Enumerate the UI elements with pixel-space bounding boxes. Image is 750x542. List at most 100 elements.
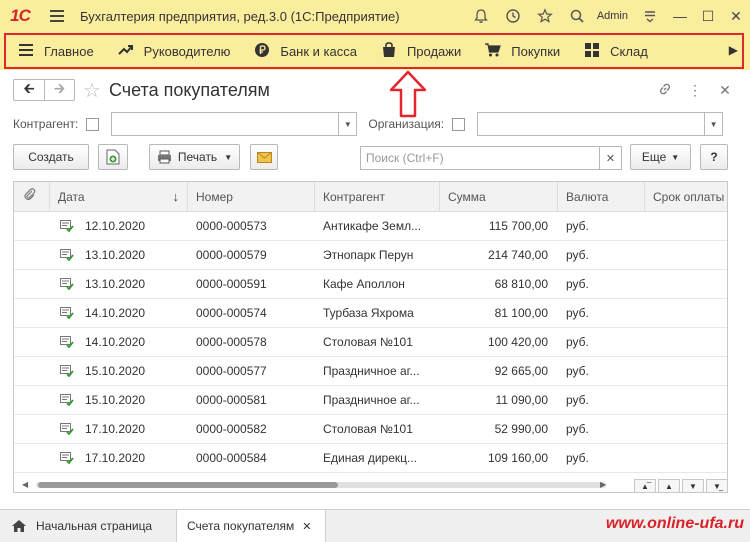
chevron-down-icon: ▼ (671, 152, 680, 162)
close-window-button[interactable]: ✕ (722, 0, 750, 32)
scroll-left-icon[interactable]: ◀ (22, 480, 28, 489)
scroll-to-bottom-button[interactable]: ▼̲ (706, 479, 727, 492)
search-input[interactable] (361, 147, 599, 169)
trend-icon (117, 43, 134, 59)
counterparty-select[interactable]: ▼ (111, 112, 358, 136)
cell-sum: 68 810,00 (494, 277, 548, 291)
help-button[interactable]: ? (700, 144, 728, 170)
column-header-date[interactable]: Дата ↓ (50, 182, 188, 212)
section-manager[interactable]: Руководителю (106, 35, 243, 67)
posted-document-icon (60, 278, 74, 290)
cell-currency: руб. (566, 306, 589, 320)
section-label: Склад (610, 43, 648, 59)
table-row[interactable]: 15.10.2020 0000-000581 Праздничное аг... 11… (14, 386, 727, 415)
section-purchases[interactable]: Покупки (473, 35, 572, 67)
cell-date: 17.10.2020 (85, 451, 146, 465)
scroll-to-top-button[interactable]: ▲̅ (634, 479, 656, 492)
main-menu-button[interactable] (50, 0, 68, 32)
posted-document-icon (60, 307, 74, 319)
page-title: Счета покупателям (108, 79, 270, 100)
user-name[interactable]: Admin (597, 10, 628, 22)
more-button[interactable]: Еще ▼ (630, 144, 691, 170)
scroll-right-icon[interactable]: ▶ (729, 43, 738, 57)
sections-highlight-frame: Главное Руководителю Банк и касса Продаж… (4, 33, 744, 69)
table-row[interactable]: 17.10.2020 0000-000584 Единая дирекц... 109… (14, 444, 727, 473)
scroll-right-icon[interactable]: ▶ (600, 480, 606, 489)
cell-currency: руб. (566, 248, 589, 262)
organization-select[interactable]: ▼ (477, 112, 724, 136)
app-logo: 1С (10, 6, 31, 25)
cell-number: 0000-000577 (196, 364, 267, 378)
table-row[interactable]: 14.10.2020 0000-000578 Столовая №101 100 42… (14, 328, 727, 357)
table-row[interactable]: 12.10.2020 0000-000573 Антикафе Земл... 115… (14, 212, 727, 241)
open-windows-bar: Начальная страница Счета покупателям ✕ w… (0, 509, 750, 542)
cell-date: 13.10.2020 (85, 277, 146, 291)
chevron-down-icon[interactable]: ▼ (704, 113, 722, 135)
column-header-sum[interactable]: Сумма (440, 182, 558, 212)
minimize-button[interactable]: — (666, 0, 694, 32)
close-tab-icon[interactable]: ✕ (302, 520, 311, 533)
email-button[interactable] (250, 144, 278, 170)
chevron-down-icon[interactable]: ▼ (338, 113, 356, 135)
create-button[interactable]: Создать (13, 144, 89, 170)
table-row[interactable]: 13.10.2020 0000-000591 Кафе Аполлон 68 810,… (14, 270, 727, 299)
cell-number: 0000-000584 (196, 451, 267, 465)
counterparty-checkbox[interactable] (86, 117, 100, 131)
organization-checkbox[interactable] (452, 117, 466, 131)
maximize-button[interactable]: ☐ (694, 0, 722, 32)
close-form-icon[interactable]: ✕ (710, 82, 740, 99)
bag-icon (381, 41, 397, 61)
tab-home[interactable]: Начальная страница (0, 510, 172, 542)
attachment-column-header[interactable] (14, 182, 50, 212)
counterparty-label: Контрагент: (13, 117, 79, 131)
column-header-currency[interactable]: Валюта (558, 182, 645, 212)
document-plus-icon (106, 149, 120, 165)
table-row[interactable]: 17.10.2020 0000-000582 Столовая №101 52 990… (14, 415, 727, 444)
bell-icon[interactable] (465, 0, 497, 32)
clear-search-icon[interactable]: ✕ (599, 147, 621, 169)
section-sales[interactable]: Продажи (369, 35, 473, 67)
tab-invoices[interactable]: Счета покупателям ✕ (176, 510, 326, 542)
column-header-counterparty[interactable]: Контрагент (315, 182, 440, 212)
print-button[interactable]: Печать ▼ (149, 144, 240, 170)
cell-currency: руб. (566, 422, 589, 436)
more-vert-icon[interactable]: ⋮ (680, 82, 710, 99)
scroll-up-button[interactable]: ▲ (658, 479, 680, 492)
table-row[interactable]: 14.10.2020 0000-000574 Турбаза Яхрома 81 10… (14, 299, 727, 328)
section-main[interactable]: Главное (6, 35, 106, 67)
column-header-due-date[interactable]: Срок оплаты (645, 182, 727, 212)
section-warehouse[interactable]: Склад (572, 35, 660, 67)
back-button[interactable]: 🡰 (14, 80, 44, 100)
paperclip-icon (24, 188, 36, 201)
history-icon[interactable] (497, 0, 529, 32)
cart-icon (485, 42, 502, 60)
forward-button[interactable]: 🡲 (44, 80, 74, 100)
grid-icon (584, 42, 600, 60)
cell-counterparty: Столовая №101 (323, 422, 413, 436)
posted-document-icon (60, 394, 74, 406)
scroll-down-button[interactable]: ▼ (682, 479, 704, 492)
cell-counterparty: Турбаза Яхрома (323, 306, 414, 320)
cell-counterparty: Столовая №101 (323, 335, 413, 349)
section-bank[interactable]: Банк и касса (242, 35, 369, 67)
cell-currency: руб. (566, 277, 589, 291)
horizontal-scrollbar[interactable]: ◀ ▶ (14, 477, 727, 492)
cell-counterparty: Праздничное аг... (323, 393, 420, 407)
scroll-thumb[interactable] (38, 482, 338, 488)
table-row[interactable]: 13.10.2020 0000-000579 Этнопарк Перун 214 7… (14, 241, 727, 270)
favorite-star-icon[interactable]: ☆ (83, 78, 101, 103)
cell-sum: 52 990,00 (494, 422, 548, 436)
search-box: ✕ (360, 146, 622, 170)
more-label: Еще (641, 150, 667, 164)
print-label: Печать (177, 150, 218, 164)
form-header: 🡰 🡲 ☆ Счета покупателям ⋮ ✕ (0, 70, 750, 110)
favorites-star-icon[interactable] (529, 0, 561, 32)
link-icon[interactable] (650, 82, 680, 99)
settings-menu-icon[interactable] (634, 0, 666, 32)
cell-counterparty: Единая дирекц... (323, 451, 418, 465)
search-icon[interactable] (561, 0, 593, 32)
column-header-number[interactable]: Номер (188, 182, 315, 212)
table-row[interactable]: 15.10.2020 0000-000577 Праздничное аг... 92… (14, 357, 727, 386)
create-based-on-button[interactable] (98, 144, 128, 170)
sections-panel: Главное Руководителю Банк и касса Продаж… (0, 32, 750, 70)
